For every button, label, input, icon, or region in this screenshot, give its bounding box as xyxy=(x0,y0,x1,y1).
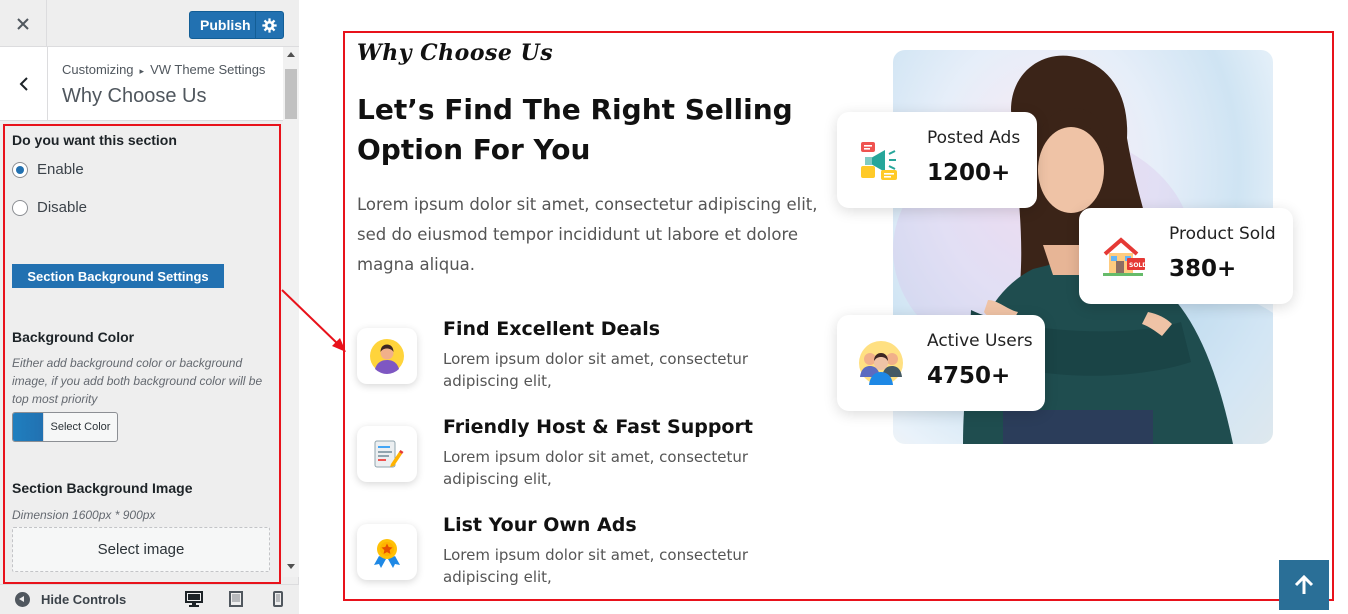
section-header: Customizing ▸ VW Theme Settings Why Choose… xyxy=(0,47,283,121)
section-title: Why Choose Us xyxy=(62,85,207,107)
house-sold-icon: SOLD xyxy=(1103,237,1147,276)
chevron-left-icon xyxy=(19,77,28,91)
enable-label: Enable xyxy=(37,161,84,178)
stat-label: Active Users xyxy=(927,331,1033,351)
section-headline: Let’s Find The Right Selling Option For … xyxy=(357,93,793,166)
customizer-footer: Hide Controls xyxy=(0,584,299,614)
stat-value: 380+ xyxy=(1169,256,1237,282)
publish-settings-button[interactable] xyxy=(255,12,283,38)
customizer-header: Publish xyxy=(0,0,299,47)
feature-title: Friendly Host & Fast Support xyxy=(443,416,753,438)
stat-card: SOLD Product Sold 380+ xyxy=(1079,208,1293,304)
disable-radio-option[interactable]: Disable xyxy=(12,199,87,216)
color-swatch xyxy=(13,413,43,441)
document-pen-icon xyxy=(374,440,404,468)
tablet-preview-icon[interactable] xyxy=(229,591,243,607)
publish-button[interactable]: Publish xyxy=(189,11,284,39)
select-color-label: Select Color xyxy=(43,413,117,441)
mobile-preview-icon[interactable] xyxy=(273,591,283,607)
select-color-button[interactable]: Select Color xyxy=(12,412,118,442)
stat-value: 4750+ xyxy=(927,363,1011,389)
section-eyebrow: Why Choose Us xyxy=(357,40,554,66)
feature-description: Lorem ipsum dolor sit amet, consectetur … xyxy=(443,546,749,586)
stat-value: 1200+ xyxy=(927,160,1011,186)
scrollbar-thumb[interactable] xyxy=(285,69,297,119)
stat-label: Posted Ads xyxy=(927,128,1021,148)
close-button[interactable] xyxy=(0,0,47,47)
stat-card: Posted Ads 1200+ xyxy=(837,112,1037,208)
svg-text:SOLD: SOLD xyxy=(1129,262,1147,269)
users-group-icon xyxy=(859,341,903,385)
back-button[interactable] xyxy=(0,47,48,121)
stat-card: Active Users 4750+ xyxy=(837,315,1045,411)
enable-question-label: Do you want this section xyxy=(12,132,177,148)
user-avatar-icon xyxy=(370,339,404,374)
scroll-down-icon[interactable] xyxy=(287,564,295,569)
pointer-arrow-icon xyxy=(281,289,346,352)
background-image-title: Section Background Image xyxy=(12,480,193,496)
feature-item: Find Excellent Deals Lorem ipsum dolor s… xyxy=(357,318,797,398)
desktop-preview-icon[interactable] xyxy=(185,591,203,607)
disable-label: Disable xyxy=(37,199,88,216)
feature-icon-box xyxy=(357,524,417,580)
feature-description: Lorem ipsum dolor sit amet, consectetur … xyxy=(443,448,749,488)
feature-icon-box xyxy=(357,426,417,482)
breadcrumb-separator-icon: ▸ xyxy=(139,66,145,76)
feature-item: Friendly Host & Fast Support Lorem ipsum… xyxy=(357,416,797,496)
collapse-arrow-icon xyxy=(15,592,30,607)
enable-radio-option[interactable]: Enable xyxy=(12,161,84,178)
feature-title: List Your Own Ads xyxy=(443,514,637,536)
section-controls-panel: Do you want this section Enable Disable … xyxy=(3,124,281,584)
hide-controls-label: Hide Controls xyxy=(41,592,127,607)
background-color-title: Background Color xyxy=(12,329,135,345)
megaphone-icon xyxy=(861,142,897,180)
breadcrumb: Customizing ▸ VW Theme Settings xyxy=(62,62,265,77)
background-color-description: Either add background color or backgroun… xyxy=(12,356,263,406)
hide-controls-button[interactable]: Hide Controls xyxy=(15,592,126,607)
gear-icon xyxy=(262,17,277,33)
scroll-to-top-button[interactable] xyxy=(1279,560,1329,610)
breadcrumb-root: Customizing xyxy=(62,62,134,77)
award-medal-icon xyxy=(374,539,400,568)
enable-radio[interactable] xyxy=(12,161,28,178)
breadcrumb-parent: VW Theme Settings xyxy=(150,62,266,77)
feature-item: List Your Own Ads Lorem ipsum dolor sit … xyxy=(357,514,797,594)
customizer-sidebar: Publish Customizing ▸ VW Theme Settings … xyxy=(0,0,299,614)
feature-icon-box xyxy=(357,328,417,384)
close-icon xyxy=(17,17,29,30)
section-background-settings-heading: Section Background Settings xyxy=(12,264,224,288)
arrow-up-icon xyxy=(1294,574,1314,594)
feature-description: Lorem ipsum dolor sit amet, consectetur … xyxy=(443,350,749,390)
select-image-button[interactable]: Select image xyxy=(12,527,270,572)
background-image-dimension: Dimension 1600px * 900px xyxy=(12,508,156,522)
publish-label: Publish xyxy=(200,17,251,33)
feature-title: Find Excellent Deals xyxy=(443,318,661,340)
section-lead: Lorem ipsum dolor sit amet, consectetur … xyxy=(357,195,818,274)
stat-label: Product Sold xyxy=(1169,224,1276,244)
disable-radio[interactable] xyxy=(12,199,28,216)
scroll-up-icon[interactable] xyxy=(287,52,295,57)
